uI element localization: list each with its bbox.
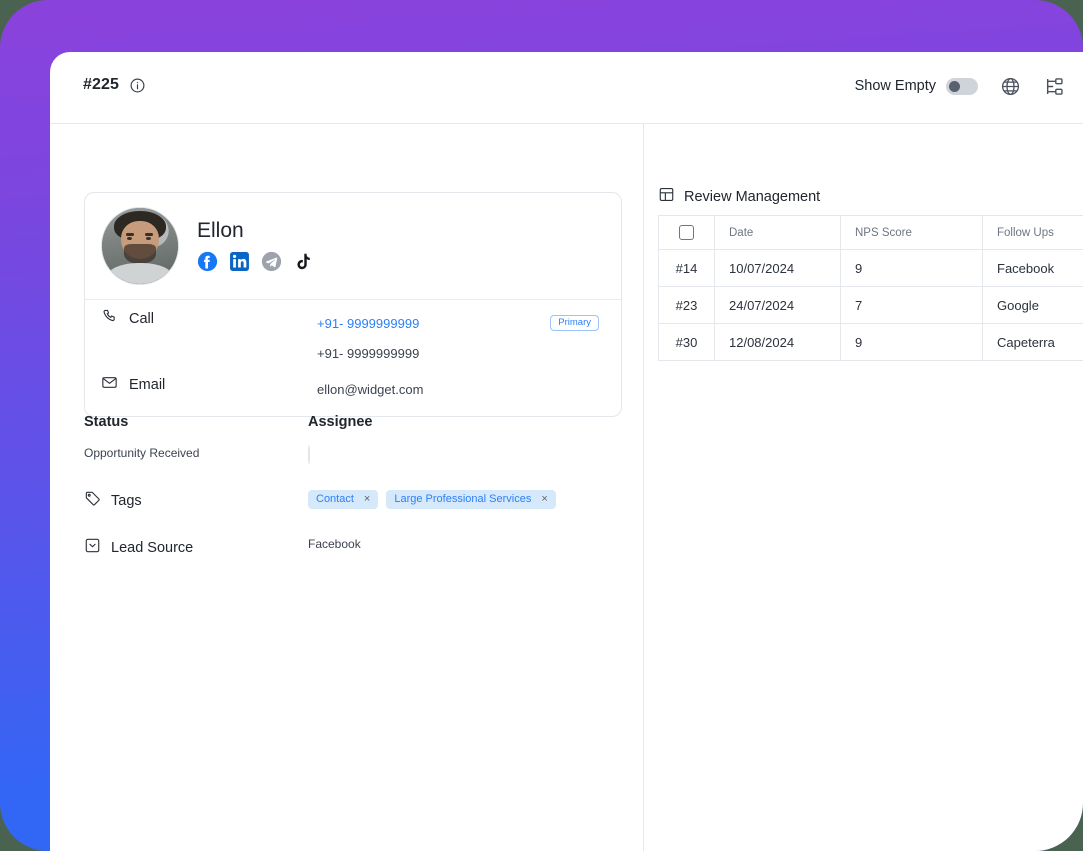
cell-date: 10/07/2024: [714, 249, 841, 287]
status-label: Status: [84, 414, 129, 430]
email-label-group: Email: [101, 374, 317, 395]
tags-label: Tags: [111, 492, 142, 509]
phone-number-row[interactable]: +91- 9999999999: [317, 338, 605, 368]
facebook-icon[interactable]: [197, 251, 218, 272]
status-assignee-values: Opportunity Received: [84, 445, 624, 464]
tag-chip-label: Contact: [316, 493, 354, 505]
cell-follow-up: Facebook: [982, 249, 1083, 287]
table-layout-icon: [658, 186, 675, 207]
cell-nps: 9: [840, 249, 983, 287]
email-value-row[interactable]: ellon@widget.com: [317, 374, 605, 404]
email-label: Email: [129, 376, 166, 393]
review-table-wrapper: Date NPS Score Follow Ups #14 10/07/2024…: [658, 215, 1083, 361]
email-row: Email ellon@widget.com: [85, 374, 621, 416]
status-assignee-headers: Status Assignee: [84, 414, 624, 430]
top-bar: #225 Show Empty: [50, 52, 1083, 124]
tag-remove-icon[interactable]: ×: [364, 494, 370, 505]
cell-date: 12/08/2024: [714, 323, 841, 361]
tag-chip-label: Large Professional Services: [394, 493, 532, 505]
primary-badge: Primary: [550, 314, 599, 332]
tag-remove-icon[interactable]: ×: [541, 494, 547, 505]
email-values: ellon@widget.com: [317, 374, 605, 404]
tag-chip[interactable]: Large Professional Services ×: [386, 490, 556, 509]
review-management-title: Review Management: [684, 188, 821, 205]
show-empty-label: Show Empty: [854, 78, 936, 94]
column-header-nps[interactable]: NPS Score: [840, 215, 983, 250]
tag-chip[interactable]: Contact ×: [308, 490, 379, 509]
show-empty-control[interactable]: Show Empty: [854, 77, 978, 95]
envelope-icon: [101, 374, 118, 395]
tags-value: Contact × Large Professional Services ×: [308, 490, 624, 509]
lead-source-label: Lead Source: [111, 539, 194, 556]
phone-icon: [101, 308, 118, 329]
profile-photo: [101, 207, 179, 285]
table-row[interactable]: #23 24/07/2024 7 Google: [658, 286, 1083, 324]
contact-name: Ellon: [197, 219, 244, 242]
assignee-value[interactable]: [308, 445, 624, 464]
lead-source-label-group: Lead Source: [84, 537, 308, 558]
record-header: #225: [83, 76, 146, 94]
toggle-knob: [949, 80, 960, 92]
select-all-header[interactable]: [658, 215, 715, 250]
email-value: ellon@widget.com: [317, 381, 424, 397]
contact-card: Ellon Call +91- 9999999999 Primary +91- …: [84, 192, 622, 417]
review-management-pane: Review Management Date NPS Score Follow …: [645, 124, 1083, 851]
phone-number-row[interactable]: +91- 9999999999 Primary: [317, 308, 605, 338]
globe-icon[interactable]: [998, 74, 1022, 98]
tags-label-group: Tags: [84, 490, 308, 511]
top-bar-actions: Show Empty: [855, 74, 1066, 98]
contact-card-header: Ellon: [85, 193, 621, 300]
social-links: [197, 251, 314, 272]
contact-identity: Ellon: [197, 220, 314, 272]
table-header-row: Date NPS Score Follow Ups: [658, 215, 1083, 250]
status-value[interactable]: Opportunity Received: [84, 446, 308, 460]
cell-nps: 7: [840, 286, 983, 324]
column-header-date[interactable]: Date: [714, 215, 841, 250]
gradient-frame: #225 Show Empty Ellon Call +91- 99999999…: [0, 0, 1083, 851]
lead-source-row: Lead Source Facebook: [84, 537, 624, 558]
cell-follow-up: Capeterra: [982, 323, 1083, 361]
assignee-photo: [308, 445, 310, 464]
cell-nps: 9: [840, 323, 983, 361]
review-table: Date NPS Score Follow Ups #14 10/07/2024…: [658, 215, 1083, 361]
tiktok-icon[interactable]: [293, 251, 314, 272]
column-header-follow-ups[interactable]: Follow Ups: [982, 215, 1083, 250]
tags-row: Tags Contact × Large Professional Servic…: [84, 490, 624, 511]
phone-number-secondary: +91- 9999999999: [317, 345, 420, 361]
row-id[interactable]: #14: [658, 249, 715, 287]
cell-follow-up: Google: [982, 286, 1083, 324]
call-label-group: Call: [101, 308, 317, 329]
dropdown-box-icon: [84, 537, 101, 558]
telegram-icon[interactable]: [261, 251, 282, 272]
row-id[interactable]: #30: [658, 323, 715, 361]
call-row: Call +91- 9999999999 Primary +91- 999999…: [85, 300, 621, 374]
lead-source-value[interactable]: Facebook: [308, 537, 624, 551]
call-label: Call: [129, 310, 154, 327]
table-row[interactable]: #14 10/07/2024 9 Facebook: [658, 249, 1083, 287]
select-all-checkbox[interactable]: [679, 225, 694, 240]
tag-icon: [84, 490, 101, 511]
info-circle-icon[interactable]: [129, 77, 146, 94]
phone-number-primary: +91- 9999999999: [317, 315, 420, 331]
cell-date: 24/07/2024: [714, 286, 841, 324]
details-pane: Ellon Call +91- 9999999999 Primary +91- …: [50, 124, 644, 851]
record-id: #225: [83, 76, 119, 93]
org-hierarchy-icon[interactable]: [1042, 74, 1066, 98]
review-management-header: Review Management: [658, 186, 820, 207]
row-id[interactable]: #23: [658, 286, 715, 324]
call-values: +91- 9999999999 Primary +91- 9999999999: [317, 308, 605, 368]
linkedin-icon[interactable]: [229, 251, 250, 272]
tag-chip-list: Contact × Large Professional Services ×: [308, 490, 624, 509]
show-empty-toggle[interactable]: [946, 77, 978, 95]
table-row[interactable]: #30 12/08/2024 9 Capeterra: [658, 323, 1083, 361]
assignee-label: Assignee: [308, 414, 373, 430]
app-panel: #225 Show Empty Ellon Call +91- 99999999…: [50, 52, 1083, 851]
field-list: Status Assignee Opportunity Received Tag…: [84, 414, 624, 558]
